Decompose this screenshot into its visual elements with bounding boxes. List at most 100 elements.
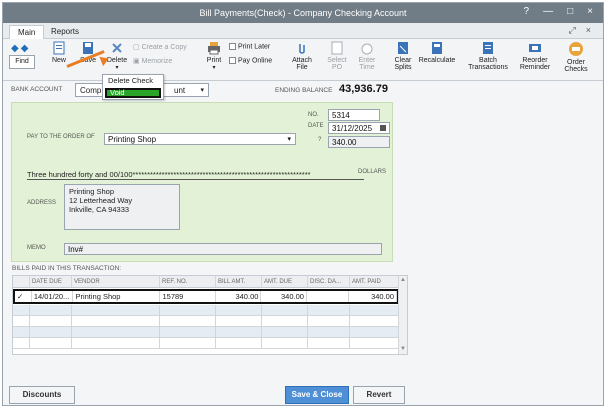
select-po-button[interactable]: Select PO bbox=[325, 41, 349, 71]
bills-table-header: DATE DUE VENDOR REF. NO. BILL AMT. AMT. … bbox=[13, 276, 399, 288]
scroll-up-icon[interactable]: ▲ bbox=[400, 277, 406, 283]
cell-amt-paid[interactable]: 340.00 bbox=[349, 291, 398, 302]
bills-table: DATE DUE VENDOR REF. NO. BILL AMT. AMT. … bbox=[12, 275, 408, 355]
column-header-vendor[interactable]: VENDOR bbox=[72, 276, 160, 287]
bill-payment-window: Bill Payments(Check) - Company Checking … bbox=[2, 2, 604, 406]
close-form-icon[interactable]: × bbox=[586, 25, 591, 36]
menu-item-void[interactable]: Void bbox=[105, 88, 161, 98]
new-button[interactable]: New bbox=[47, 41, 71, 64]
date-input[interactable]: 31/12/2025 bbox=[328, 122, 390, 134]
date-label: DATE bbox=[308, 123, 324, 129]
check-no-input[interactable]: 5314 bbox=[328, 109, 380, 121]
column-header-ref-no[interactable]: REF. NO. bbox=[160, 276, 216, 287]
table-row[interactable]: ✓ 14/01/20... Printing Shop 15789 340.00… bbox=[13, 289, 399, 304]
toolbar: ◆◆ Find New Save Delete ▾ ▢ Create a Cop… bbox=[3, 39, 603, 81]
maximize-icon[interactable]: □ bbox=[567, 6, 573, 17]
ending-balance-value: 43,936.79 bbox=[339, 83, 388, 95]
calculator-icon bbox=[432, 42, 442, 54]
print-chevron-down-icon: ▾ bbox=[212, 65, 216, 71]
amount-in-words: Three hundred forty and 00/100**********… bbox=[27, 170, 364, 180]
check-form: NO. 5314 DATE 31/12/2025 ? 340.00 PAY TO… bbox=[11, 102, 393, 262]
minimize-icon[interactable]: — bbox=[543, 6, 553, 17]
copy-icon: ▢ bbox=[133, 44, 140, 51]
tab-bar: Main Reports ⤢ × bbox=[3, 23, 603, 39]
amount-input[interactable]: 340.00 bbox=[328, 136, 390, 148]
print-button[interactable]: Print ▾ bbox=[203, 41, 225, 71]
payee-select[interactable]: Printing Shop ▾ bbox=[104, 133, 296, 145]
bank-account-value-tail: unt bbox=[174, 86, 186, 95]
clear-splits-icon bbox=[398, 42, 408, 54]
ending-balance-label: ENDING BALANCE bbox=[275, 87, 333, 94]
bills-section-label: BILLS PAID IN THIS TRANSACTION: bbox=[12, 265, 122, 272]
cell-ref-no: 15789 bbox=[160, 291, 216, 302]
chevron-down-icon: ▾ bbox=[200, 87, 204, 94]
column-header-amt-due[interactable]: AMT. DUE bbox=[262, 276, 308, 287]
memo-input[interactable]: Inv# bbox=[64, 243, 382, 255]
table-row-empty bbox=[13, 327, 399, 338]
checkbox-icon bbox=[229, 43, 236, 50]
restore-controls: ⤢ × bbox=[569, 25, 591, 36]
column-header-bill-amt[interactable]: BILL AMT. bbox=[216, 276, 262, 287]
bank-account-value: Comp bbox=[80, 86, 102, 95]
create-copy-button[interactable]: ▢ Create a Copy bbox=[133, 43, 191, 51]
discounts-button[interactable]: Discounts bbox=[9, 386, 75, 404]
address-label: ADDRESS bbox=[27, 200, 57, 206]
stopwatch-icon bbox=[361, 43, 373, 55]
table-row-empty bbox=[13, 305, 399, 316]
column-header-date-due[interactable]: DATE DUE bbox=[30, 276, 72, 287]
row-checkmark-icon[interactable]: ✓ bbox=[15, 291, 32, 302]
column-header-amt-paid[interactable]: AMT. PAID bbox=[350, 276, 399, 287]
tab-main[interactable]: Main bbox=[9, 25, 45, 39]
address-box[interactable]: Printing Shop 12 Letterhead Way Inkville… bbox=[64, 184, 180, 230]
batch-transactions-button[interactable]: Batch Transactions bbox=[465, 41, 511, 71]
dollars-label: DOLLARS bbox=[358, 169, 387, 175]
tab-reports[interactable]: Reports bbox=[43, 25, 87, 39]
recalculate-button[interactable]: Recalculate bbox=[417, 41, 457, 64]
table-scrollbar[interactable]: ▲ ▼ bbox=[398, 276, 407, 354]
printer-icon bbox=[208, 42, 220, 55]
reorder-reminder-button[interactable]: Reorder Reminder bbox=[517, 41, 553, 71]
title-bar: Bill Payments(Check) - Company Checking … bbox=[3, 3, 603, 23]
nav-arrows-icon[interactable]: ◆◆ bbox=[11, 43, 30, 54]
checkbox-icon bbox=[229, 57, 236, 64]
cell-vendor: Printing Shop bbox=[73, 291, 161, 302]
order-checks-icon bbox=[569, 42, 583, 56]
cell-amt-due: 340.00 bbox=[261, 291, 307, 302]
pay-to-label: PAY TO THE ORDER OF bbox=[27, 134, 95, 140]
check-no-label: NO. bbox=[308, 112, 319, 118]
reorder-icon bbox=[529, 44, 541, 52]
delete-menu: Delete Check Void bbox=[102, 74, 164, 100]
attach-file-button[interactable]: Attach File bbox=[289, 41, 315, 71]
memorize-icon: ▣ bbox=[133, 58, 140, 65]
chevron-down-icon: ▾ bbox=[287, 136, 291, 143]
batch-icon bbox=[483, 42, 493, 54]
delete-chevron-down-icon: ▾ bbox=[115, 65, 119, 71]
amount-help-label: ? bbox=[318, 137, 322, 143]
order-checks-button[interactable]: Order Checks bbox=[561, 41, 591, 73]
column-header-disc-date[interactable]: DISC. DA... bbox=[308, 276, 350, 287]
window-title: Bill Payments(Check) - Company Checking … bbox=[199, 8, 407, 18]
menu-item-delete-check[interactable]: Delete Check bbox=[105, 76, 153, 85]
find-button[interactable]: Find bbox=[9, 55, 35, 69]
window-controls: ? — □ × bbox=[524, 6, 593, 17]
paperclip-icon bbox=[299, 44, 305, 54]
calendar-icon[interactable] bbox=[380, 125, 386, 131]
po-icon bbox=[331, 41, 343, 55]
memo-label: MEMO bbox=[27, 245, 46, 251]
new-icon bbox=[53, 41, 65, 55]
revert-button[interactable]: Revert bbox=[353, 386, 405, 404]
help-icon[interactable]: ? bbox=[524, 6, 530, 17]
column-header-check bbox=[13, 276, 30, 287]
cell-disc-date bbox=[307, 291, 349, 302]
table-row-empty bbox=[13, 316, 399, 327]
close-icon[interactable]: × bbox=[587, 6, 593, 17]
print-later-checkbox[interactable]: Print Later bbox=[229, 43, 285, 50]
enter-time-button[interactable]: Enter Time bbox=[355, 41, 379, 71]
scroll-down-icon[interactable]: ▼ bbox=[400, 346, 406, 352]
expand-icon[interactable]: ⤢ bbox=[569, 25, 576, 36]
clear-splits-button[interactable]: Clear Splits bbox=[391, 41, 415, 71]
pay-online-checkbox[interactable]: Pay Online bbox=[229, 57, 285, 64]
save-close-button[interactable]: Save & Close bbox=[285, 386, 349, 404]
save-icon bbox=[83, 42, 93, 54]
memorize-button[interactable]: ▣ Memorize bbox=[133, 57, 191, 65]
